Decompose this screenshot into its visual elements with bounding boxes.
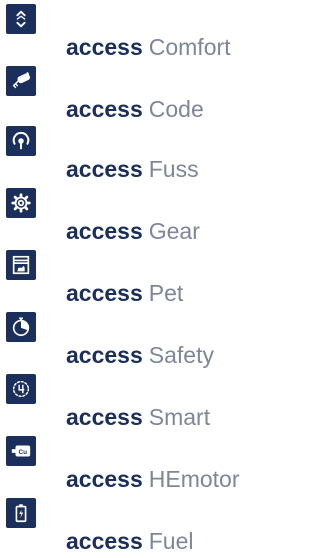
stopwatch-icon [6, 312, 36, 342]
copper-motor-icon: Cu [6, 436, 36, 466]
up-down-arrows-icon [6, 4, 36, 34]
product-label: access Comfort [66, 30, 231, 64]
product-label: access Smart [66, 400, 210, 434]
product-list: access Comfort access Code access Fuss a… [0, 0, 307, 554]
foot-sensor-icon [6, 126, 36, 156]
product-item-smart[interactable]: access Smart [0, 374, 307, 434]
product-item-fuss[interactable]: access Fuss [0, 126, 307, 186]
brand-name: access [66, 466, 143, 492]
product-item-safety[interactable]: access Safety [0, 312, 307, 372]
pet-door-icon [6, 250, 36, 280]
product-label: access HEmotor [66, 462, 240, 496]
product-label: access Gear [66, 214, 200, 248]
brand-name: access [66, 218, 143, 244]
product-label: access Code [66, 92, 204, 126]
product-name: Smart [148, 404, 211, 430]
product-name: Safety [148, 342, 214, 368]
product-name: Fuss [148, 156, 199, 182]
svg-text:Cu: Cu [19, 449, 28, 456]
brand-name: access [66, 404, 143, 430]
product-name: Comfort [148, 34, 231, 60]
smart-timer-icon [6, 374, 36, 404]
product-item-comfort[interactable]: access Comfort [0, 4, 307, 64]
product-label: access Fuss [66, 152, 199, 186]
key-remote-icon [6, 66, 36, 96]
brand-name: access [66, 342, 143, 368]
product-label: access Pet [66, 276, 183, 310]
battery-bolt-icon [6, 498, 36, 528]
product-name: HEmotor [148, 466, 240, 492]
product-name: Fuel [148, 528, 194, 554]
brand-name: access [66, 96, 143, 122]
product-name: Code [148, 96, 204, 122]
product-item-gear[interactable]: access Gear [0, 188, 307, 248]
product-label: access Safety [66, 338, 214, 372]
product-name: Pet [148, 280, 184, 306]
product-name: Gear [148, 218, 200, 244]
brand-name: access [66, 34, 143, 60]
gear-icon [6, 188, 36, 218]
product-item-pet[interactable]: access Pet [0, 250, 307, 310]
brand-name: access [66, 280, 143, 306]
product-item-hemotor[interactable]: Cu access HEmotor [0, 436, 307, 496]
brand-name: access [66, 156, 143, 182]
product-item-fuel[interactable]: access Fuel [0, 498, 307, 558]
brand-name: access [66, 528, 143, 554]
product-item-code[interactable]: access Code [0, 66, 307, 126]
